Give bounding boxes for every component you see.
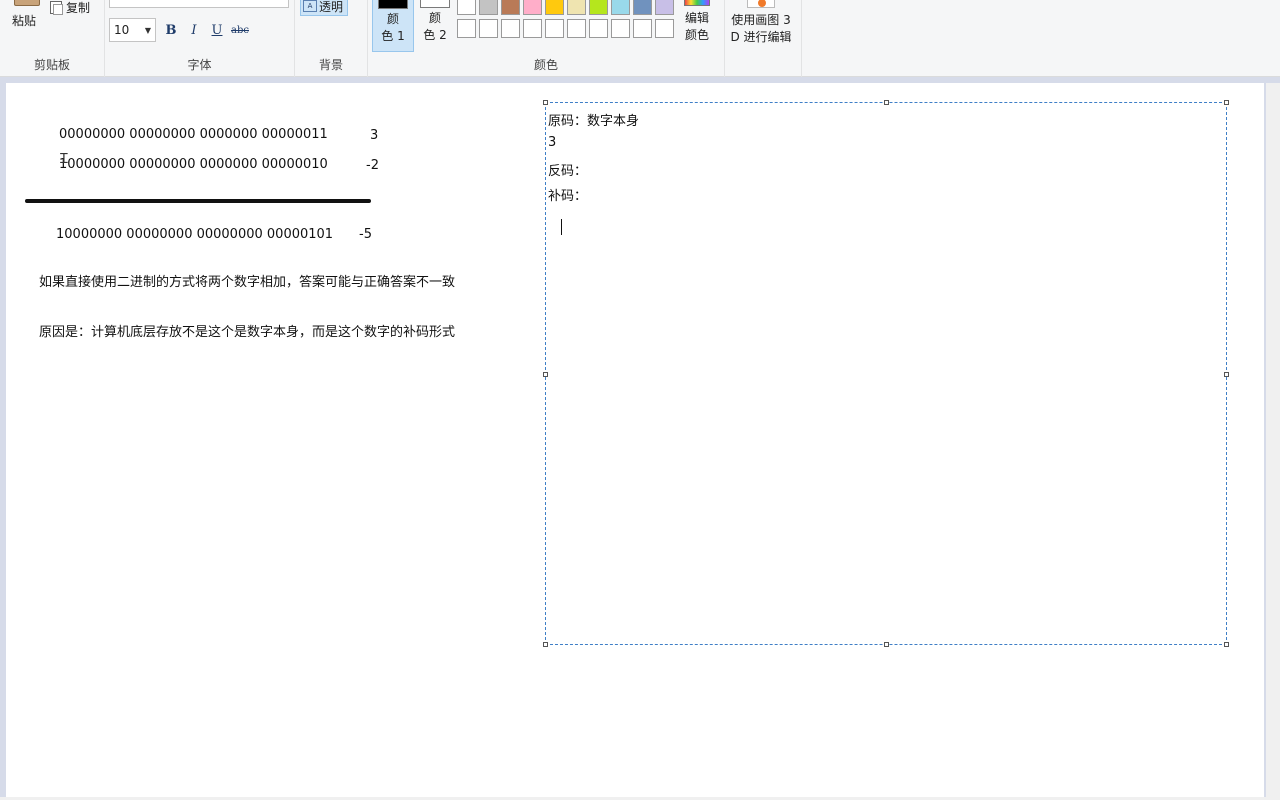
decimal-value-3: -5 xyxy=(359,227,372,242)
colors-group-label: 颜色 xyxy=(533,58,558,72)
copy-icon xyxy=(50,0,63,15)
palette-swatch[interactable] xyxy=(501,0,520,15)
copy-button[interactable]: 复制 xyxy=(50,0,90,15)
edit-colors-label: 编辑 颜色 xyxy=(684,11,709,42)
clipboard-group: 粘贴 复制 剪贴板 xyxy=(0,0,105,77)
font-size-select[interactable]: 10 ▼ xyxy=(109,18,156,42)
binary-line-2: 10000000 00000000 0000000 00000010 xyxy=(59,157,328,172)
palette-swatch[interactable] xyxy=(567,0,586,15)
drawing-canvas[interactable]: 00000000 00000000 0000000 00000011 3 100… xyxy=(6,83,1264,797)
textbox-line-3[interactable]: 反码： xyxy=(548,160,587,179)
background-group-label: 背景 xyxy=(318,58,343,72)
palette-swatch[interactable] xyxy=(567,19,586,38)
palette-swatch[interactable] xyxy=(611,0,630,15)
paint3d-icon xyxy=(747,0,775,8)
chevron-down-icon: ▼ xyxy=(144,26,151,35)
underline-button[interactable]: U xyxy=(208,20,226,40)
paste-icon xyxy=(14,0,40,6)
palette-swatch[interactable] xyxy=(633,0,652,15)
textbox-line-2[interactable]: 3 xyxy=(548,135,556,150)
binary-line-3: 10000000 00000000 00000000 00000101 xyxy=(56,227,334,242)
color-wheel-icon xyxy=(684,0,710,6)
ribbon: 粘贴 复制 剪贴板 字体 10 ▼ B I U abc 背景 A 透明 颜色 颜… xyxy=(0,0,1280,77)
edit-with-paint3d-button[interactable]: 使用画图 3D 进行编辑 xyxy=(728,0,794,46)
strikethrough-button[interactable]: abc xyxy=(231,20,249,40)
resize-handle-e[interactable] xyxy=(1224,372,1229,377)
color1-button[interactable]: 颜色 1 xyxy=(372,0,414,52)
color1-label: 颜色 1 xyxy=(381,12,405,43)
resize-handle-se[interactable] xyxy=(1224,642,1229,647)
palette-swatch[interactable] xyxy=(545,0,564,15)
scroll-up-arrow-icon[interactable] xyxy=(1269,83,1277,93)
color2-button[interactable]: 颜色 2 xyxy=(414,0,456,52)
transparent-text-icon: A xyxy=(303,0,317,12)
vertical-scrollbar[interactable] xyxy=(1266,83,1280,797)
paste-button[interactable]: 粘贴 xyxy=(8,0,46,34)
copy-label: 复制 xyxy=(66,0,91,15)
decimal-value-1: 3 xyxy=(370,128,379,143)
edit-colors-button[interactable]: 编辑 颜色 xyxy=(680,0,714,44)
italic-button[interactable]: I xyxy=(185,20,203,40)
resize-handle-w[interactable] xyxy=(543,372,548,377)
palette-swatch[interactable] xyxy=(479,19,498,38)
resize-handle-s[interactable] xyxy=(884,642,889,647)
palette-swatch[interactable] xyxy=(611,19,630,38)
color2-label: 颜色 2 xyxy=(423,11,447,42)
note-text-1: 如果直接使用二进制的方式将两个数字相加，答案可能与正确答案不一致 xyxy=(39,275,456,290)
clipboard-group-label: 剪贴板 xyxy=(33,58,70,72)
textbox-line-1[interactable]: 原码：数字本身 xyxy=(548,110,639,129)
text-box-selection[interactable]: 原码：数字本身 3 反码： 补码： xyxy=(543,100,1229,647)
resize-handle-nw[interactable] xyxy=(543,100,548,105)
transparent-label: 透明 xyxy=(319,0,344,14)
palette-swatch[interactable] xyxy=(655,0,674,15)
color1-swatch xyxy=(378,0,408,9)
palette-swatch[interactable] xyxy=(545,19,564,38)
note-text-2: 原因是：计算机底层存放不是这个是数字本身，而是这个数字的补码形式 xyxy=(39,325,456,340)
palette-swatch[interactable] xyxy=(589,0,608,15)
font-group-label: 字体 xyxy=(187,58,212,72)
font-size-value: 10 xyxy=(114,23,130,37)
palette-swatch[interactable] xyxy=(523,19,542,38)
palette-swatch[interactable] xyxy=(633,19,652,38)
paint3d-label: 使用画图 3D 进行编辑 xyxy=(730,13,792,44)
resize-handle-n[interactable] xyxy=(884,100,889,105)
text-cursor-icon: Ɪ xyxy=(60,151,68,167)
textbox-line-4[interactable]: 补码： xyxy=(548,185,587,204)
transparent-button[interactable]: A 透明 xyxy=(300,0,348,16)
resize-handle-sw[interactable] xyxy=(543,642,548,647)
paste-label: 粘贴 xyxy=(12,14,37,28)
palette-swatch[interactable] xyxy=(589,19,608,38)
color2-swatch xyxy=(420,0,450,8)
resize-handle-ne[interactable] xyxy=(1224,100,1229,105)
font-family-select[interactable] xyxy=(109,0,289,8)
palette-swatch[interactable] xyxy=(457,0,476,15)
binary-line-1: 00000000 00000000 0000000 00000011 xyxy=(59,127,328,142)
bold-button[interactable]: B xyxy=(162,20,180,40)
decimal-value-2: -2 xyxy=(366,158,379,173)
palette-swatch[interactable] xyxy=(501,19,520,38)
palette-swatch[interactable] xyxy=(655,19,674,38)
palette-swatch[interactable] xyxy=(457,19,476,38)
palette-swatch[interactable] xyxy=(523,0,542,15)
text-caret xyxy=(561,219,562,235)
palette-swatch[interactable] xyxy=(479,0,498,15)
sum-line xyxy=(25,199,371,203)
